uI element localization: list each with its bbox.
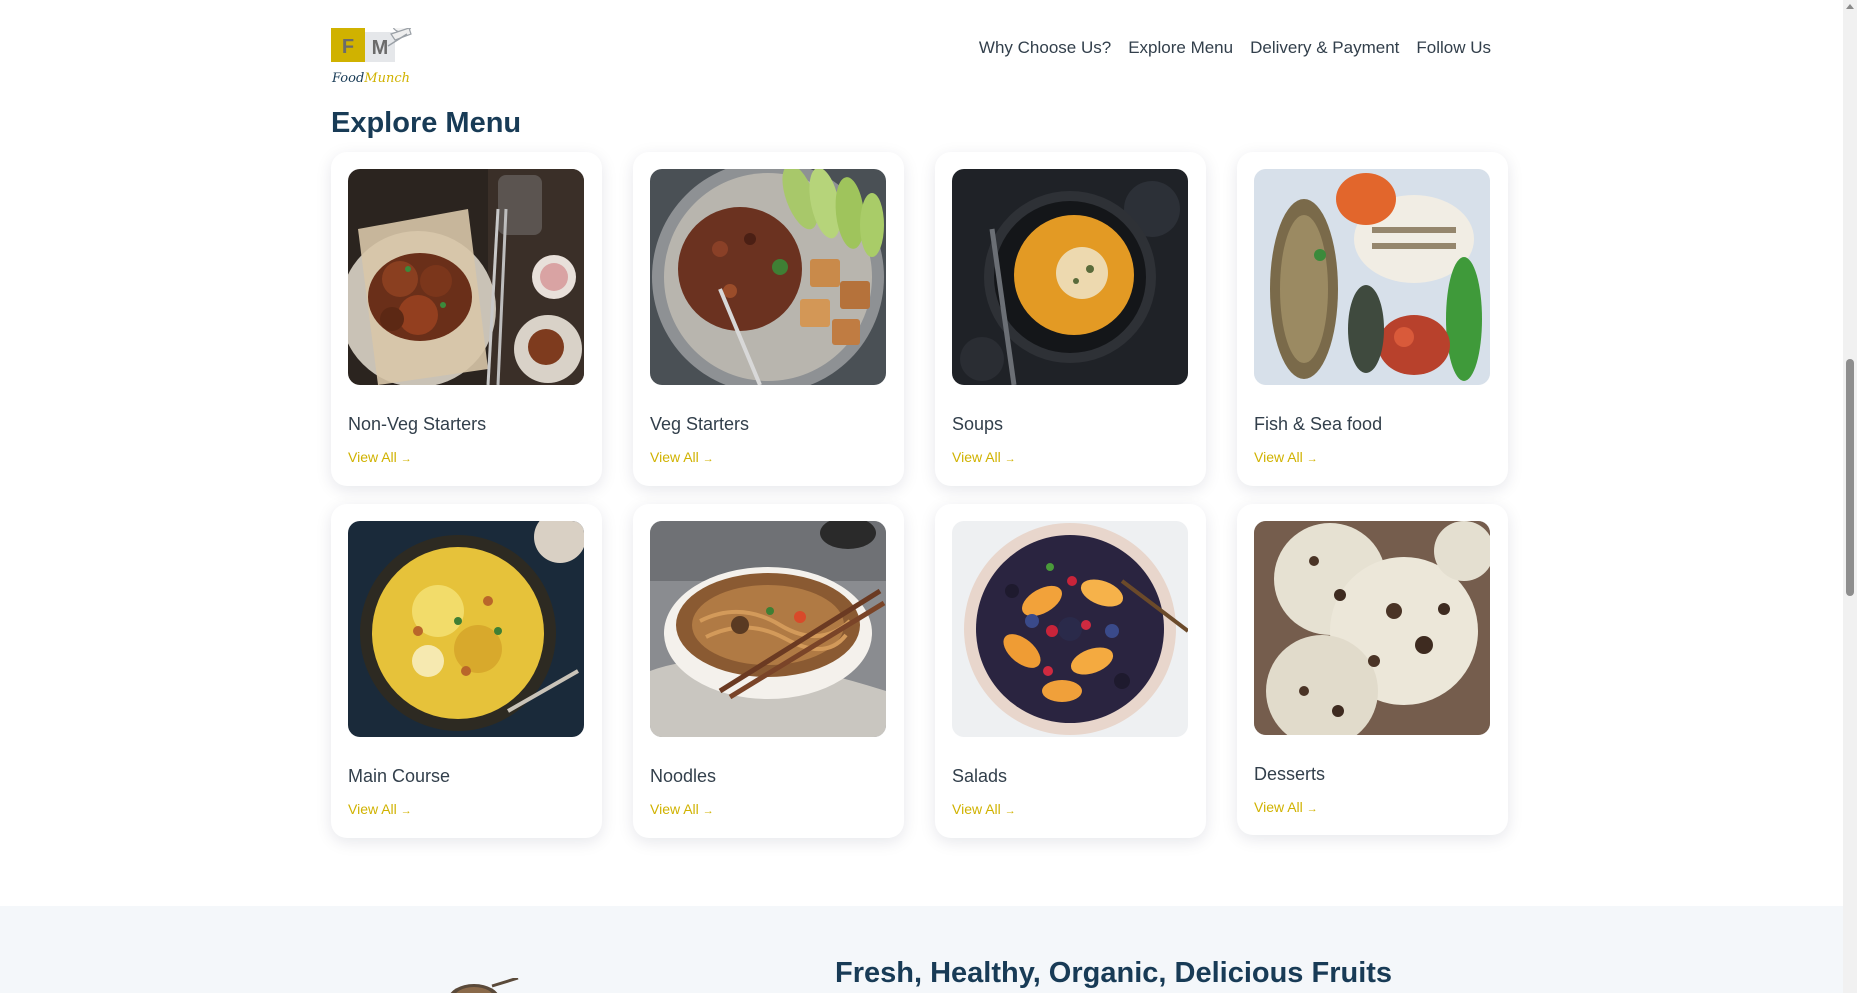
fried-chicken-image [348, 169, 584, 385]
menu-card-main-course: Main Course View All → [331, 504, 602, 838]
arrow-right-icon: → [1004, 805, 1016, 817]
arrow-right-icon: → [1306, 803, 1318, 815]
scrollbar-thumb[interactable] [1846, 359, 1854, 596]
nav-link-follow-us[interactable]: Follow Us [1416, 38, 1491, 58]
view-all-link[interactable]: View All → [1254, 449, 1318, 465]
menu-card-title: Main Course [348, 766, 451, 786]
vertical-scrollbar[interactable] [1843, 0, 1857, 993]
logo-word-food: Food [332, 71, 365, 86]
view-all-label: View All [650, 801, 699, 817]
navbar: F M FoodMunch Why Choose Us? Explore Men… [331, 14, 1501, 90]
nav-links: Why Choose Us? Explore Menu Delivery & P… [979, 38, 1491, 58]
explore-menu-title: Explore Menu [331, 107, 522, 139]
menu-card-title: Soups [952, 414, 1004, 434]
menu-card-title: Salads [952, 766, 1008, 786]
chef-hat-icon: F M [331, 28, 412, 62]
view-all-link[interactable]: View All → [348, 449, 412, 465]
menu-card-title: Non-Veg Starters [348, 414, 487, 434]
menu-card-soups: Soups View All → [935, 152, 1206, 486]
menu-card-salads: Salads View All → [935, 504, 1206, 838]
view-all-label: View All [348, 449, 397, 465]
arrow-right-icon: → [400, 453, 412, 465]
pumpkin-soup-image [952, 169, 1188, 385]
nav-link-delivery-payment[interactable]: Delivery & Payment [1250, 38, 1399, 58]
fruit-bowl-image [450, 978, 519, 993]
nav-link-explore-menu[interactable]: Explore Menu [1128, 38, 1233, 58]
menu-card-title: Noodles [650, 766, 717, 786]
arrow-right-icon: → [1004, 453, 1016, 465]
logo-initial-m: M [372, 37, 389, 59]
ice-cream-scoops-image [1254, 521, 1490, 735]
view-all-link[interactable]: View All → [650, 801, 714, 817]
menu-card-fish-sea-food: Fish & Sea food View All → [1237, 152, 1508, 486]
menu-card-veg-starters: Veg Starters View All → [633, 152, 904, 486]
page: F M FoodMunch Why Choose Us? Explore Men… [0, 0, 1857, 993]
fruits-section: Fresh, Healthy, Organic, Delicious Fruit… [0, 906, 1845, 993]
foodmunch-logo[interactable]: F M FoodMunch [331, 14, 421, 90]
arrow-right-icon: → [1306, 453, 1318, 465]
view-all-label: View All [650, 449, 699, 465]
menu-card-title: Fish & Sea food [1254, 414, 1383, 434]
view-all-label: View All [952, 449, 1001, 465]
view-all-link[interactable]: View All → [952, 449, 1016, 465]
biryani-image [348, 521, 584, 737]
logo-wordmark: FoodMunch [332, 71, 410, 86]
menu-card-title: Desserts [1254, 764, 1326, 784]
scroll-up-arrow-icon[interactable] [1846, 4, 1854, 9]
view-all-link[interactable]: View All → [1254, 799, 1318, 815]
logo-initial-f: F [342, 36, 354, 58]
view-all-label: View All [1254, 799, 1303, 815]
fruits-section-title: Fresh, Healthy, Organic, Delicious Fruit… [835, 957, 1393, 989]
nav-link-why-choose-us[interactable]: Why Choose Us? [979, 38, 1111, 58]
view-all-label: View All [1254, 449, 1303, 465]
arrow-right-icon: → [702, 453, 714, 465]
arrow-right-icon: → [400, 805, 412, 817]
grilled-fish-platter-image [1254, 169, 1490, 385]
fruit-salad-image [952, 521, 1188, 737]
view-all-label: View All [952, 801, 1001, 817]
tofu-avocado-bowl-image [650, 169, 886, 385]
view-all-link[interactable]: View All → [952, 801, 1016, 817]
menu-card-desserts: Desserts View All → [1237, 504, 1508, 835]
view-all-link[interactable]: View All → [650, 449, 714, 465]
menu-card-noodles: Noodles View All → [633, 504, 904, 838]
noodle-bowl-image [650, 521, 886, 737]
view-all-link[interactable]: View All → [348, 801, 412, 817]
view-all-label: View All [348, 801, 397, 817]
menu-card-title: Veg Starters [650, 414, 750, 434]
menu-card-non-veg-starters: Non-Veg Starters View All → [331, 152, 602, 486]
arrow-right-icon: → [702, 805, 714, 817]
logo-word-munch: Munch [364, 71, 411, 86]
